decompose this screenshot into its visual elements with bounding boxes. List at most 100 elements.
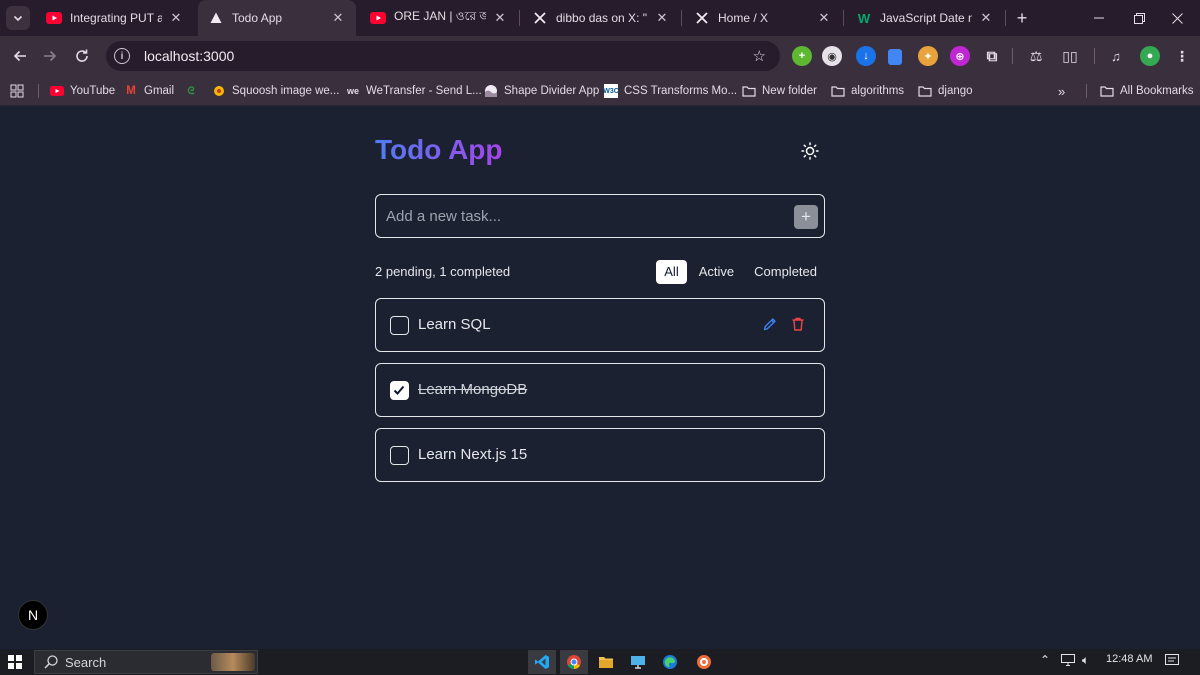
tab-search-button[interactable] (6, 6, 30, 30)
toolbar-separator (1094, 48, 1095, 64)
bookmarks-separator (1086, 84, 1087, 98)
bookmark-folder-new[interactable]: New folder (742, 80, 817, 102)
browser-tab-active[interactable]: Todo App ✕ (198, 0, 356, 36)
tab-title: ORE JAN | ওরে জান | (C (394, 9, 486, 23)
close-icon (1171, 12, 1183, 24)
all-bookmarks-button[interactable]: All Bookmarks (1100, 80, 1194, 102)
trash-icon[interactable] (790, 316, 806, 334)
close-icon[interactable]: ✕ (330, 10, 346, 26)
nextjs-dev-indicator[interactable]: N (18, 600, 48, 630)
address-bar[interactable]: i localhost:3000 ☆ (106, 41, 780, 71)
close-icon[interactable]: ✕ (816, 10, 832, 26)
browser-tab[interactable]: W JavaScript Date now() ✕ (846, 4, 1004, 32)
page-viewport: Todo App + 2 pending, 1 completed All Ac… (0, 106, 1200, 649)
reading-mode-icon[interactable]: ▯▯ (1060, 46, 1080, 66)
browser-tab[interactable]: dibbo das on X: "🚀 W ✕ (522, 4, 680, 32)
bookmarks-separator (38, 84, 39, 98)
browser-tab[interactable]: ORE JAN | ওরে জান | (C ✕ (360, 4, 518, 32)
youtube-icon (46, 10, 62, 26)
bookmarks-overflow-button[interactable]: » (1058, 80, 1065, 102)
bookmark-folder-algorithms[interactable]: algorithms (831, 80, 904, 102)
add-task-button[interactable]: + (794, 205, 818, 229)
close-icon[interactable]: ✕ (492, 10, 508, 26)
apps-grid-button[interactable] (10, 80, 24, 102)
bookmark-label: Shape Divider App (504, 85, 600, 97)
bookmark-label: New folder (762, 85, 817, 97)
extensions-puzzle-icon[interactable]: ⧉ (982, 46, 1002, 66)
todo-checkbox[interactable] (390, 316, 409, 335)
extension-plus-icon[interactable]: + (792, 46, 812, 66)
add-task-form: + (375, 194, 825, 238)
bookmark-label: algorithms (851, 85, 905, 97)
squoosh-icon (212, 84, 226, 98)
browser-tab[interactable]: Home / X ✕ (684, 4, 842, 32)
pencil-icon[interactable] (762, 316, 778, 334)
gmail-icon: M (126, 85, 136, 97)
chrome-taskbar-icon[interactable] (560, 650, 588, 674)
todo-checkbox-checked[interactable] (390, 381, 409, 400)
network-icon[interactable] (1060, 653, 1076, 670)
minimize-icon (1094, 17, 1104, 19)
close-icon[interactable]: ✕ (168, 10, 184, 26)
tab-separator (1005, 10, 1006, 26)
taskbar-search-box[interactable]: Search (34, 650, 258, 674)
extension-cookie-icon[interactable]: ✦ (918, 46, 938, 66)
clock-time[interactable]: 12:48 AM (1106, 653, 1152, 665)
media-control-icon[interactable]: ♫ (1106, 46, 1126, 66)
tab-title: Todo App (232, 11, 283, 25)
new-tab-button[interactable]: + (1012, 8, 1032, 28)
bookmark-geeksforgeeks[interactable]: ᘓ (184, 80, 204, 102)
bookmark-squoosh[interactable]: Squoosh image we... (212, 80, 339, 102)
close-icon[interactable]: ✕ (978, 10, 994, 26)
filter-active[interactable]: Active (691, 260, 742, 284)
menu-kebab-icon[interactable]: ⋮ (1172, 46, 1192, 66)
theme-toggle-button[interactable] (799, 140, 821, 162)
bookmark-wetransfer[interactable]: we WeTransfer - Send L... (346, 80, 482, 102)
apps-grid-icon (10, 84, 24, 98)
back-button[interactable] (8, 44, 32, 68)
extension-owl-icon[interactable]: ◉ (822, 46, 842, 66)
search-highlight-illustration (211, 653, 255, 671)
todo-item[interactable]: Learn SQL (375, 298, 825, 352)
bookmark-gmail[interactable]: M Gmail (124, 80, 174, 102)
todo-item[interactable]: Learn Next.js 15 (375, 428, 825, 482)
volume-icon[interactable]: 🔈︎ (1082, 653, 1089, 668)
folder-icon (742, 84, 756, 98)
reload-button[interactable] (70, 44, 94, 68)
bookmark-css-transforms[interactable]: W3C CSS Transforms Mo... (603, 80, 737, 102)
tray-overflow-chevron-icon[interactable]: ⌃ (1040, 653, 1050, 667)
bookmark-shape-divider[interactable]: Shape Divider App (484, 80, 599, 102)
site-info-icon[interactable]: i (114, 48, 130, 64)
taskbar-search-label: Search (65, 654, 107, 670)
vscode-taskbar-icon[interactable] (528, 650, 556, 674)
tab-title: Home / X (718, 11, 769, 25)
bookmark-star-icon[interactable]: ☆ (753, 47, 766, 65)
todo-text: Learn MongoDB (418, 381, 528, 398)
folder-icon (831, 84, 845, 98)
filter-all[interactable]: All (656, 260, 687, 284)
bookmark-folder-django[interactable]: django (918, 80, 973, 102)
add-task-input[interactable] (386, 195, 786, 237)
window-close-button[interactable] (1154, 0, 1200, 36)
close-icon[interactable]: ✕ (654, 10, 670, 26)
extension-download-icon[interactable]: ↓ (856, 46, 876, 66)
notifications-icon[interactable] (1164, 653, 1180, 670)
extension-docs-icon[interactable] (888, 49, 902, 65)
forward-button[interactable] (38, 44, 62, 68)
filter-completed[interactable]: Completed (746, 260, 825, 284)
monitor-taskbar-icon[interactable] (624, 650, 652, 674)
todo-checkbox[interactable] (390, 446, 409, 465)
todo-item[interactable]: Learn MongoDB (375, 363, 825, 417)
profile-avatar[interactable]: ● (1140, 46, 1160, 66)
bookmark-label: Squoosh image we... (232, 85, 340, 97)
file-explorer-taskbar-icon[interactable] (592, 650, 620, 674)
windows-taskbar: Search ⌃ 🔈︎ 12:48 AM (0, 649, 1200, 675)
extension-color-icon[interactable]: ⊕ (950, 46, 970, 66)
edge-taskbar-icon[interactable] (656, 650, 684, 674)
bookmark-youtube[interactable]: YouTube (50, 80, 115, 102)
performance-icon[interactable]: ⚖ (1026, 46, 1046, 66)
geeksforgeeks-icon: ᘓ (187, 85, 195, 97)
browser-tab[interactable]: Integrating PUT and D ✕ (36, 4, 194, 32)
windows-start-icon[interactable] (8, 655, 22, 669)
app-taskbar-icon[interactable] (690, 650, 718, 674)
